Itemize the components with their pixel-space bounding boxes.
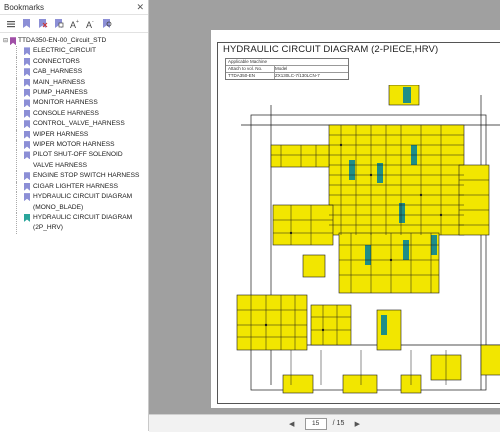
bookmark-item[interactable]: CONSOLE HARNESS — [0, 108, 148, 120]
bookmark-label: CIGAR LIGHTER HARNESS — [33, 182, 119, 190]
page-title: HYDRAULIC CIRCUIT DIAGRAM (2-PIECE,HRV) — [223, 44, 439, 55]
bookmark-icon — [24, 110, 30, 118]
bookmarks-panel: Bookmarks ✕ A + A- ⊟ TTDA350-EN-00_Circui… — [0, 0, 149, 431]
options-icon[interactable] — [6, 18, 16, 29]
bookmark-icon — [24, 131, 30, 139]
bookmark-icon — [24, 193, 30, 201]
bookmark-item[interactable]: MAIN_HARNESS — [0, 77, 148, 89]
bookmark-item[interactable]: CAB_HARNESS — [0, 67, 148, 79]
bookmark-item[interactable]: PILOT SHUT-OFF SOLENOID VALVE HARNESS — [0, 150, 148, 172]
bookmark-icon — [24, 99, 30, 107]
bookmark-label: WIPER HARNESS — [33, 130, 89, 138]
bookmark-item[interactable]: CIGAR LIGHTER HARNESS — [0, 181, 148, 193]
bookmark-icon — [24, 141, 30, 149]
page-number-input[interactable]: 15 — [304, 417, 327, 430]
new-bookmark-icon[interactable] — [22, 18, 32, 29]
bookmark-item[interactable]: CONTROL_VALVE_HARNESS — [0, 119, 148, 131]
bookmark-tree: ⊟ TTDA350-EN-00_Circuit_STD ELECTRIC_CIR… — [0, 33, 148, 234]
bookmarks-title: Bookmarks — [4, 2, 45, 12]
meta-header: Applicable Machine — [228, 59, 268, 64]
bookmark-label: ELECTRIC_CIRCUIT — [33, 47, 97, 55]
bookmark-icon — [24, 151, 30, 159]
collapse-icon[interactable]: ⊟ — [3, 36, 8, 46]
bookmark-label: CONNECTORS — [33, 57, 80, 65]
bookmark-label: CAB_HARNESS — [33, 68, 83, 76]
document-viewer[interactable]: HYDRAULIC CIRCUIT DIAGRAM (2-PIECE,HRV) … — [149, 0, 500, 431]
bookmark-root-label: TTDA350-EN-00_Circuit_STD — [18, 37, 107, 44]
bookmark-label: CONSOLE HARNESS — [33, 109, 99, 117]
hydraulic-circuit-diagram — [236, 85, 500, 394]
bookmark-label: MONITOR HARNESS — [33, 99, 98, 107]
expand-bookmark-icon[interactable] — [54, 18, 64, 29]
bookmark-label: WIPER MOTOR HARNESS — [33, 141, 115, 149]
text-larger-icon[interactable]: A + — [70, 18, 80, 29]
document-page: HYDRAULIC CIRCUIT DIAGRAM (2-PIECE,HRV) … — [211, 30, 500, 408]
svg-text:-: - — [92, 19, 94, 25]
close-icon[interactable]: ✕ — [136, 2, 144, 13]
bookmark-item[interactable]: HYDRAULIC CIRCUIT DIAGRAM (MONO_BLADE) — [0, 192, 148, 213]
find-bookmark-icon[interactable] — [102, 18, 112, 29]
bookmark-label: HYDRAULIC CIRCUIT DIAGRAM (2P_HRV) — [33, 213, 133, 232]
svg-text:+: + — [76, 19, 79, 25]
bookmark-item[interactable]: ELECTRIC_CIRCUIT — [0, 46, 148, 58]
page-navigation: ◀ 15 / 15 ▶ — [149, 414, 500, 432]
bookmark-item[interactable]: WIPER HARNESS — [0, 129, 148, 141]
bookmark-item[interactable]: PUMP_HARNESS — [0, 88, 148, 99]
bookmark-label: PUMP_HARNESS — [33, 89, 88, 97]
title-block: Applicable Machine Attach to vol. No. Mod… — [225, 58, 349, 80]
bookmark-icon — [24, 183, 30, 191]
bookmark-icon — [24, 68, 30, 76]
bookmark-item[interactable]: MONITOR HARNESS — [0, 98, 148, 110]
bookmarks-header: Bookmarks ✕ — [0, 0, 148, 15]
bookmark-icon — [24, 58, 30, 66]
prev-page-icon[interactable]: ◀ — [285, 418, 299, 429]
bookmark-list: ELECTRIC_CIRCUIT CONNECTORS CAB_HARNESS MAI… — [0, 46, 148, 234]
bookmark-icon — [24, 120, 30, 128]
bookmark-label: ENGINE STOP SWITCH HARNESS — [33, 172, 140, 180]
meta-model-label: Model — [275, 66, 288, 71]
meta-doc-number: TTDA350-EN — [228, 73, 275, 79]
bookmark-item[interactable]: CONNECTORS — [0, 56, 148, 68]
meta-model-value: ZX130LC-7/130LCN-7 — [275, 73, 320, 78]
meta-attach-label: Attach to vol. No. — [228, 66, 275, 72]
bookmarks-toolbar: A + A- — [0, 15, 148, 33]
page-total: / 15 — [332, 420, 345, 427]
bookmark-icon — [24, 47, 30, 55]
bookmark-icon — [24, 79, 30, 87]
bookmark-icon — [10, 37, 16, 45]
delete-bookmark-icon[interactable] — [38, 18, 48, 29]
next-page-icon[interactable]: ▶ — [350, 418, 364, 429]
bookmark-icon — [24, 89, 30, 97]
bookmark-label: CONTROL_VALVE_HARNESS — [33, 120, 125, 128]
text-smaller-icon[interactable]: A- — [86, 18, 96, 29]
bookmark-item[interactable]: HYDRAULIC CIRCUIT DIAGRAM (2P_HRV) — [0, 212, 148, 234]
bookmark-icon — [24, 172, 30, 180]
bookmark-item[interactable]: ENGINE STOP SWITCH HARNESS — [0, 171, 148, 183]
bookmark-root[interactable]: ⊟ TTDA350-EN-00_Circuit_STD — [0, 36, 148, 46]
bookmark-label: PILOT SHUT-OFF SOLENOID VALVE HARNESS — [33, 151, 123, 169]
bookmark-icon — [24, 214, 30, 222]
bookmark-label: HYDRAULIC CIRCUIT DIAGRAM (MONO_BLADE) — [33, 193, 133, 211]
bookmark-label: MAIN_HARNESS — [33, 78, 86, 86]
bookmark-item[interactable]: WIPER MOTOR HARNESS — [0, 140, 148, 151]
